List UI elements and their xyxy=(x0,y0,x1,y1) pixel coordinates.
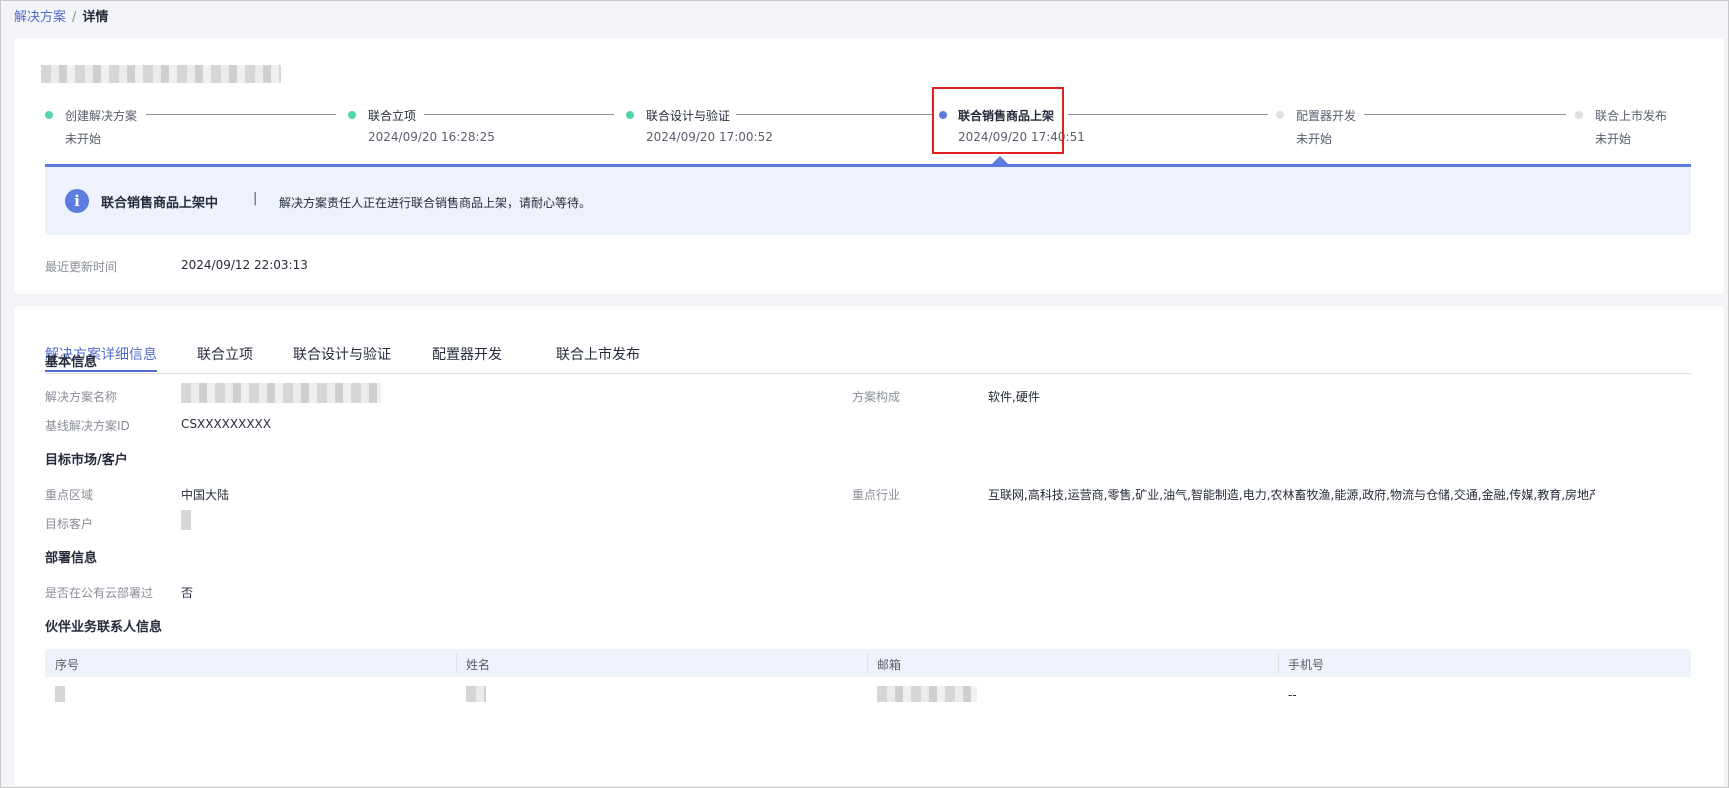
breadcrumb-separator: / xyxy=(72,10,77,25)
last-update-label: 最近更新时间 xyxy=(45,260,118,274)
info-icon: i xyxy=(65,189,89,213)
tab-joint-project[interactable]: 联合立项 xyxy=(197,344,253,364)
tab-joint-launch[interactable]: 联合上市发布 xyxy=(556,344,640,364)
row-email-redacted xyxy=(877,686,977,702)
column-divider xyxy=(456,653,457,673)
key-industry-value: 互联网,高科技,运营商,零售,矿业,油气,智能制造,电力,农林畜牧渔,能源,政府… xyxy=(988,488,1595,502)
row-phone-value: -- xyxy=(1288,688,1297,702)
step-connector xyxy=(146,114,336,115)
step-3-dot xyxy=(626,111,634,119)
step-1-label[interactable]: 创建解决方案 xyxy=(65,107,137,124)
row-index-redacted xyxy=(55,686,65,702)
solution-name-redacted xyxy=(181,383,381,403)
row-name-redacted xyxy=(466,686,486,702)
column-index: 序号 xyxy=(55,658,80,672)
contacts-table-header: 序号 姓名 邮箱 手机号 xyxy=(45,649,1691,677)
key-region-label: 重点区域 xyxy=(45,488,94,502)
column-divider xyxy=(867,653,868,673)
step-6-label[interactable]: 联合上市发布 xyxy=(1595,107,1667,124)
basic-info-heading: 基本信息 xyxy=(45,355,98,370)
highlighted-step-box xyxy=(932,87,1064,154)
status-message: 解决方案责任人正在进行联合销售商品上架，请耐心等待。 xyxy=(279,196,592,210)
details-card: 解决方案详细信息 联合立项 联合设计与验证 配置器开发 联合上市发布 基本信息 … xyxy=(14,306,1724,786)
step-2-time: 2024/09/20 16:28:25 xyxy=(368,130,495,144)
baseline-id-label: 基线解决方案ID xyxy=(45,419,130,433)
key-industry-label: 重点行业 xyxy=(852,488,901,502)
column-name: 姓名 xyxy=(466,658,491,672)
step-1-status: 未开始 xyxy=(65,132,102,146)
step-connector xyxy=(1068,114,1268,115)
column-divider xyxy=(1278,653,1279,673)
step-3-label[interactable]: 联合设计与验证 xyxy=(646,107,730,124)
step-3-time: 2024/09/20 17:00:52 xyxy=(646,130,773,144)
composition-label: 方案构成 xyxy=(852,390,901,404)
active-step-pointer xyxy=(992,156,1008,164)
info-divider: | xyxy=(253,191,258,206)
composition-value: 软件,硬件 xyxy=(988,390,1040,404)
step-connector xyxy=(736,114,934,115)
step-6-status: 未开始 xyxy=(1595,132,1632,146)
detail-tabs: 解决方案详细信息 联合立项 联合设计与验证 配置器开发 联合上市发布 xyxy=(45,336,1691,374)
step-connector xyxy=(1364,114,1566,115)
step-2-label[interactable]: 联合立项 xyxy=(368,107,416,124)
solution-title-redacted xyxy=(41,65,281,83)
partner-contacts-heading: 伙伴业务联系人信息 xyxy=(45,620,163,635)
target-market-heading: 目标市场/客户 xyxy=(45,453,128,468)
step-6-dot xyxy=(1575,111,1583,119)
target-customer-redacted xyxy=(181,510,191,530)
key-region-value: 中国大陆 xyxy=(181,488,230,502)
step-2-dot xyxy=(348,111,356,119)
public-cloud-label: 是否在公有云部署过 xyxy=(45,586,154,600)
status-info-panel: i 联合销售商品上架中 | 解决方案责任人正在进行联合销售商品上架，请耐心等待。 xyxy=(45,164,1691,235)
step-5-dot xyxy=(1276,111,1284,119)
breadcrumb: 解决方案 / 详情 xyxy=(14,6,108,25)
breadcrumb-current: 详情 xyxy=(82,10,109,25)
step-5-label[interactable]: 配置器开发 xyxy=(1296,107,1356,124)
solution-name-label: 解决方案名称 xyxy=(45,390,118,404)
step-5-status: 未开始 xyxy=(1296,132,1333,146)
last-update-value: 2024/09/12 22:03:13 xyxy=(181,258,308,272)
status-title: 联合销售商品上架中 xyxy=(101,196,219,211)
breadcrumb-solutions-link[interactable]: 解决方案 xyxy=(14,10,66,25)
target-customer-label: 目标客户 xyxy=(45,517,94,531)
public-cloud-value: 否 xyxy=(181,586,194,600)
baseline-id-value: CSXXXXXXXXX xyxy=(181,417,271,431)
step-connector xyxy=(424,114,614,115)
step-1-dot xyxy=(45,111,53,119)
deployment-heading: 部署信息 xyxy=(45,551,98,566)
active-tab-indicator xyxy=(45,370,157,372)
column-email: 邮箱 xyxy=(877,658,902,672)
tab-configurator[interactable]: 配置器开发 xyxy=(432,344,502,364)
column-phone: 手机号 xyxy=(1288,658,1325,672)
progress-card: 创建解决方案 未开始 联合立项 2024/09/20 16:28:25 联合设计… xyxy=(14,38,1724,294)
tab-joint-design[interactable]: 联合设计与验证 xyxy=(293,344,391,364)
